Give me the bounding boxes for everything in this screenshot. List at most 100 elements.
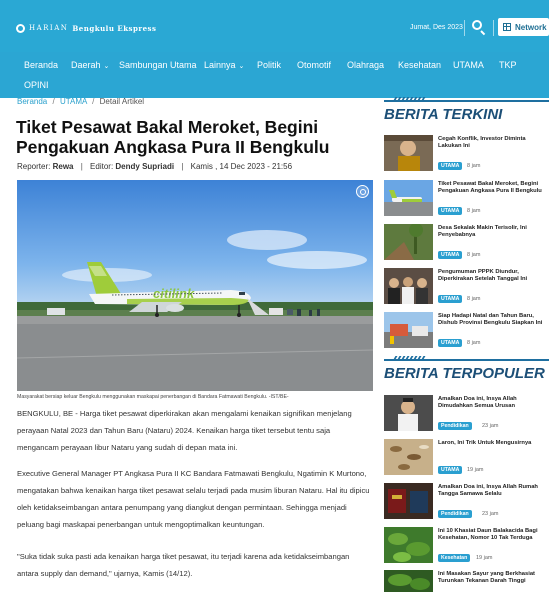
news-title[interactable]: Laron, Ini Trik Untuk Mengusirnya bbox=[438, 440, 549, 447]
top-bar: HARIAN Bengkulu Ekspress Jumat, Des 2023… bbox=[0, 0, 549, 52]
news-title[interactable]: Amalkan Doa ini, Insya Allah Dimudahkan … bbox=[438, 396, 549, 410]
news-thumbnail bbox=[384, 527, 433, 563]
logo-name: Bengkulu Ekspress bbox=[72, 23, 157, 33]
breadcrumb-section[interactable]: UTAMA bbox=[60, 97, 87, 106]
nav-item-kesehatan[interactable]: Kesehatan bbox=[398, 60, 441, 70]
article-paragraph: Executive General Manager PT Angkasa Pur… bbox=[17, 469, 370, 529]
editor-name[interactable]: Dendy Supriadi bbox=[115, 162, 174, 171]
nav-item-olahraga[interactable]: Olahraga bbox=[347, 60, 384, 70]
section-title: BERITA TERPOPULER bbox=[384, 365, 545, 382]
nav-label: UTAMA bbox=[453, 60, 484, 70]
network-button[interactable]: Network bbox=[498, 18, 549, 36]
breadcrumb-separator: / bbox=[52, 97, 55, 106]
category-badge[interactable]: UTAMA bbox=[438, 339, 463, 347]
list-item[interactable]: Amalkan Doa ini, Insya Allah Rumah Tangg… bbox=[384, 483, 549, 523]
article-paragraph: "Suka tidak suka pasti ada kenaikan harg… bbox=[17, 552, 350, 578]
meta-separator: | bbox=[80, 162, 83, 171]
list-item[interactable]: Cegah Konflik, Investor Diminta Lakukan … bbox=[384, 135, 549, 175]
editor-label: Editor: bbox=[90, 162, 114, 171]
news-time: 8 jam bbox=[467, 340, 481, 346]
news-time: 19 jam bbox=[467, 467, 484, 473]
list-item[interactable]: Desa Sekalak Makin Terisolir, Ini Penyeb… bbox=[384, 224, 549, 264]
nav-item-daerah[interactable]: Daerah ⌄ bbox=[71, 60, 109, 70]
chevron-down-icon: ⌄ bbox=[103, 63, 110, 70]
news-title[interactable]: Desa Sekalak Makin Terisolir, Ini Penyeb… bbox=[438, 225, 549, 239]
news-title[interactable]: Tiket Pesawat Bakal Meroket, Begini Peng… bbox=[438, 181, 549, 195]
nav-item-tkp[interactable]: TKP bbox=[499, 60, 517, 70]
breadcrumb: Beranda / UTAMA / Detail Artikel bbox=[17, 97, 144, 106]
nav-label: Beranda bbox=[24, 60, 59, 70]
nav-label: TKP bbox=[499, 60, 517, 70]
list-item[interactable]: Laron, Ini Trik Untuk Mengusirnya UTAMA … bbox=[384, 439, 549, 479]
breadcrumb-separator: / bbox=[92, 97, 95, 106]
category-badge[interactable]: Kesehatan bbox=[438, 554, 471, 562]
reporter-name[interactable]: Rewa bbox=[53, 162, 74, 171]
meta-separator: | bbox=[181, 162, 184, 171]
news-title[interactable]: Siap Hadapi Natal dan Tahun Baru, Dishub… bbox=[438, 313, 549, 327]
list-item[interactable]: Tiket Pesawat Bakal Meroket, Begini Peng… bbox=[384, 180, 549, 220]
nav-label: Lainnya bbox=[204, 60, 236, 70]
news-thumbnail bbox=[384, 135, 433, 171]
breadcrumb-current: Detail Artikel bbox=[99, 97, 145, 106]
reporter-label: Reporter: bbox=[17, 162, 51, 171]
nav-label: Olahraga bbox=[347, 60, 385, 70]
nav-label: Kesehatan bbox=[398, 60, 442, 70]
category-badge[interactable]: UTAMA bbox=[438, 466, 463, 474]
news-time: 8 jam bbox=[467, 252, 481, 258]
list-item[interactable]: Siap Hadapi Natal dan Tahun Baru, Dishub… bbox=[384, 312, 549, 352]
news-thumbnail bbox=[384, 268, 433, 304]
article-meta: Reporter: Rewa | Editor: Dendy Supriadi … bbox=[17, 162, 292, 171]
article-title: Tiket Pesawat Bakal Meroket, Begini Peng… bbox=[16, 117, 330, 157]
search-button[interactable] bbox=[470, 18, 488, 36]
article-hero-image: citilink bbox=[17, 180, 373, 391]
category-badge[interactable]: UTAMA bbox=[438, 207, 463, 215]
network-label: Network bbox=[515, 22, 547, 32]
nav-label: Politik bbox=[257, 60, 282, 70]
nav-label: Sambungan Utama bbox=[119, 60, 197, 70]
nav-item-lainnya[interactable]: Lainnya ⌄ bbox=[204, 60, 244, 70]
nav-item-politik[interactable]: Politik bbox=[257, 60, 281, 70]
site-logo[interactable]: HARIAN Bengkulu Ekspress bbox=[16, 22, 156, 34]
news-title[interactable]: Amalkan Doa ini, Insya Allah Rumah Tangg… bbox=[438, 484, 549, 498]
section-title: BERITA TERKINI bbox=[384, 106, 503, 123]
list-item[interactable]: Ini Masakan Sayur yang Berkhasiat Turunk… bbox=[384, 570, 549, 592]
nav-item-beranda[interactable]: Beranda bbox=[24, 60, 58, 70]
article-paragraph: BENGKULU, BE - Harga tiket pesawat diper… bbox=[17, 409, 352, 452]
header-divider bbox=[493, 20, 494, 36]
list-item[interactable]: Ini 10 Khasiat Daun Balakacida Bagi Kese… bbox=[384, 527, 549, 567]
breadcrumb-home[interactable]: Beranda bbox=[17, 97, 47, 106]
section-line bbox=[384, 100, 549, 102]
nav-label: Daerah bbox=[71, 60, 101, 70]
news-thumbnail bbox=[384, 224, 433, 260]
news-title[interactable]: Ini 10 Khasiat Daun Balakacida Bagi Kese… bbox=[438, 528, 549, 542]
news-time: 19 jam bbox=[476, 555, 493, 561]
news-title[interactable]: Cegah Konflik, Investor Diminta Lakukan … bbox=[438, 136, 549, 150]
nav-item-utama[interactable]: UTAMA bbox=[453, 60, 484, 70]
news-thumbnail bbox=[384, 312, 433, 348]
category-badge[interactable]: Pendidikan bbox=[438, 422, 472, 430]
news-title[interactable]: Pengumuman PPPK Diundur, Diperkirakan Se… bbox=[438, 269, 549, 283]
news-time: 8 jam bbox=[467, 208, 481, 214]
livery-text: citilink bbox=[153, 286, 195, 301]
news-title[interactable]: Ini Masakan Sayur yang Berkhasiat Turunk… bbox=[438, 571, 549, 585]
nav-label: Otomotif bbox=[297, 60, 332, 70]
list-item[interactable]: Amalkan Doa ini, Insya Allah Dimudahkan … bbox=[384, 395, 549, 435]
nav-item-otomotif[interactable]: Otomotif bbox=[297, 60, 331, 70]
airplane-photo: citilink bbox=[17, 180, 373, 391]
section-line bbox=[384, 359, 549, 361]
category-badge[interactable]: Pendidikan bbox=[438, 510, 472, 518]
news-thumbnail bbox=[384, 570, 433, 592]
news-time: 8 jam bbox=[467, 163, 481, 169]
search-icon-handle bbox=[480, 30, 486, 36]
category-badge[interactable]: UTAMA bbox=[438, 295, 463, 303]
share-icon[interactable] bbox=[356, 185, 369, 198]
nav-item-sambungan-utama[interactable]: Sambungan Utama bbox=[119, 60, 197, 70]
category-badge[interactable]: UTAMA bbox=[438, 162, 463, 170]
nav-item-opini[interactable]: OPINI bbox=[24, 80, 49, 90]
list-item[interactable]: Pengumuman PPPK Diundur, Diperkirakan Se… bbox=[384, 268, 549, 308]
news-thumbnail bbox=[384, 395, 433, 431]
news-thumbnail bbox=[384, 483, 433, 519]
news-thumbnail bbox=[384, 180, 433, 216]
category-badge[interactable]: UTAMA bbox=[438, 251, 463, 259]
section-header-terpopuler: BERITA TERPOPULER bbox=[384, 356, 549, 384]
